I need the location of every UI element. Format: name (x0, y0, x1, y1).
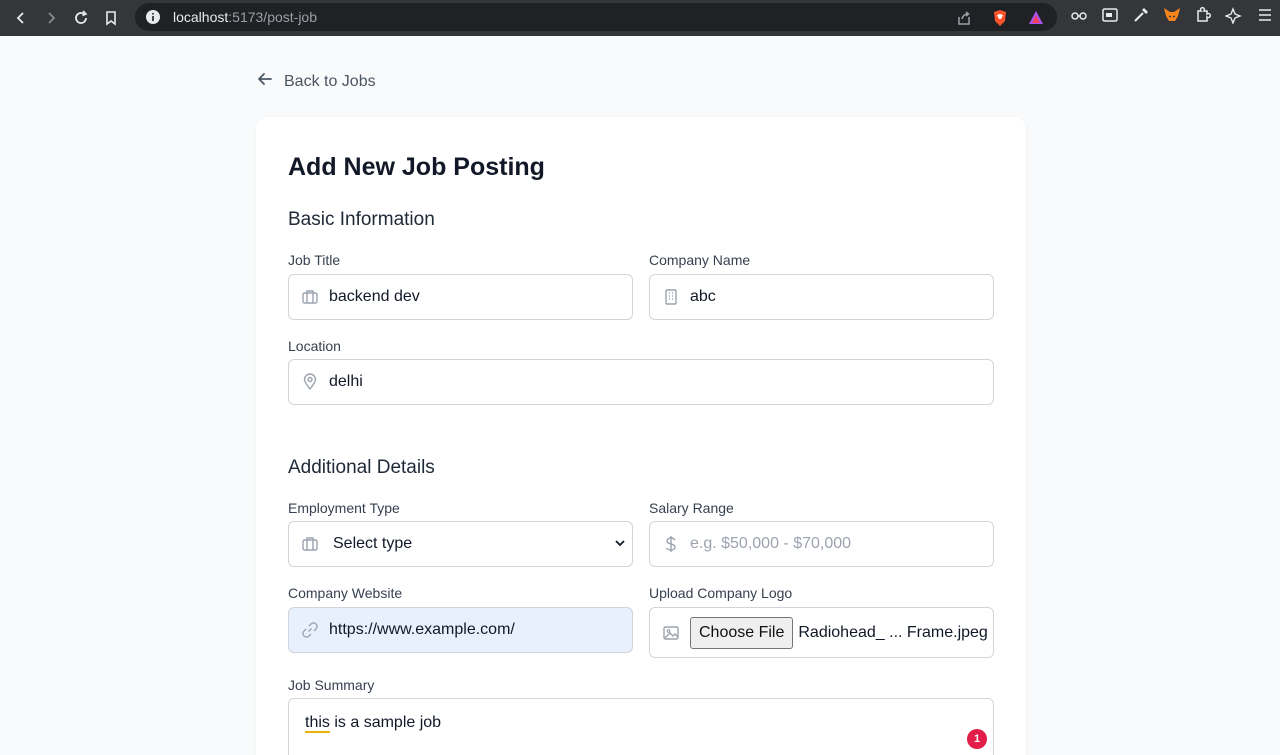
extension-eyedropper-icon[interactable] (1130, 4, 1152, 26)
job-title-value: backend dev (329, 288, 420, 305)
link-icon (289, 621, 329, 639)
section-additional-details: Additional Details (288, 457, 435, 478)
employment-type-value: Select type (333, 535, 413, 552)
menu-hamburger-icon[interactable] (1254, 4, 1276, 26)
map-pin-icon (289, 373, 329, 391)
briefcase-icon (289, 288, 329, 306)
salary-range-label: Salary Range (649, 500, 734, 516)
salary-range-input[interactable]: e.g. $50,000 - $70,000 (649, 521, 994, 567)
back-link-label: Back to Jobs (284, 72, 376, 90)
browser-toolbar: localhost:5173/post-job (0, 0, 1280, 36)
url-host: localhost (173, 9, 229, 25)
brave-shield-icon[interactable] (989, 7, 1011, 29)
bookmark-icon[interactable] (96, 3, 126, 33)
company-name-value: abc (690, 288, 716, 305)
site-info-icon[interactable] (145, 9, 161, 25)
company-name-input[interactable]: abc (649, 274, 994, 320)
location-value: delhi (329, 373, 363, 390)
extension-window-icon[interactable] (1099, 4, 1121, 26)
job-summary-textarea[interactable]: this is a sample job 1 (288, 698, 994, 755)
dollar-icon (650, 535, 690, 553)
back-arrow-icon[interactable] (6, 3, 36, 33)
employment-type-select[interactable]: Select type (288, 521, 633, 567)
page-title: Add New Job Posting (288, 153, 545, 181)
url-path: :5173/post-job (228, 9, 317, 25)
company-website-label: Company Website (288, 585, 403, 601)
back-to-jobs-link[interactable]: Back to Jobs (256, 70, 376, 93)
location-input[interactable]: delhi (288, 359, 994, 405)
upload-logo-label: Upload Company Logo (649, 585, 793, 601)
job-form-card: Add New Job Posting Basic Information Jo… (256, 117, 1026, 755)
extension-glasses-icon[interactable] (1068, 4, 1090, 26)
arrow-left-icon (256, 70, 274, 93)
chevron-down-icon (614, 536, 626, 554)
job-title-input[interactable]: backend dev (288, 274, 633, 320)
metamask-fox-icon[interactable] (1161, 4, 1183, 26)
brave-rewards-icon[interactable] (1025, 7, 1047, 29)
share-icon[interactable] (953, 7, 975, 29)
location-label: Location (288, 338, 341, 354)
sparkle-ai-icon[interactable] (1223, 4, 1245, 26)
salary-range-placeholder: e.g. $50,000 - $70,000 (690, 535, 852, 552)
extensions-puzzle-icon[interactable] (1192, 4, 1214, 26)
job-summary-label: Job Summary (288, 677, 375, 693)
job-title-label: Job Title (288, 252, 341, 268)
choose-file-button[interactable]: Choose File (690, 616, 794, 649)
address-bar[interactable]: localhost:5173/post-job (135, 3, 1057, 31)
company-website-input[interactable]: https://www.example.com/ (288, 607, 633, 653)
job-summary-text: this is a sample job (305, 714, 441, 732)
image-icon (650, 624, 690, 642)
briefcase-icon (289, 535, 329, 553)
employment-type-label: Employment Type (288, 500, 400, 516)
job-summary-rest: is a sample job (329, 714, 442, 731)
grammar-badge[interactable]: 1 (967, 729, 987, 749)
upload-logo-input[interactable]: Choose File Radiohead_ ... Frame.jpeg (649, 607, 994, 658)
reload-icon[interactable] (66, 3, 96, 33)
spellcheck-word: this (305, 714, 330, 731)
building-icon (650, 288, 690, 306)
section-basic-information: Basic Information (288, 209, 435, 230)
company-website-value: https://www.example.com/ (329, 621, 515, 638)
logo-filename: Radiohead_ ... Frame.jpeg (798, 623, 988, 641)
forward-arrow-icon[interactable] (36, 3, 66, 33)
company-name-label: Company Name (649, 252, 751, 268)
